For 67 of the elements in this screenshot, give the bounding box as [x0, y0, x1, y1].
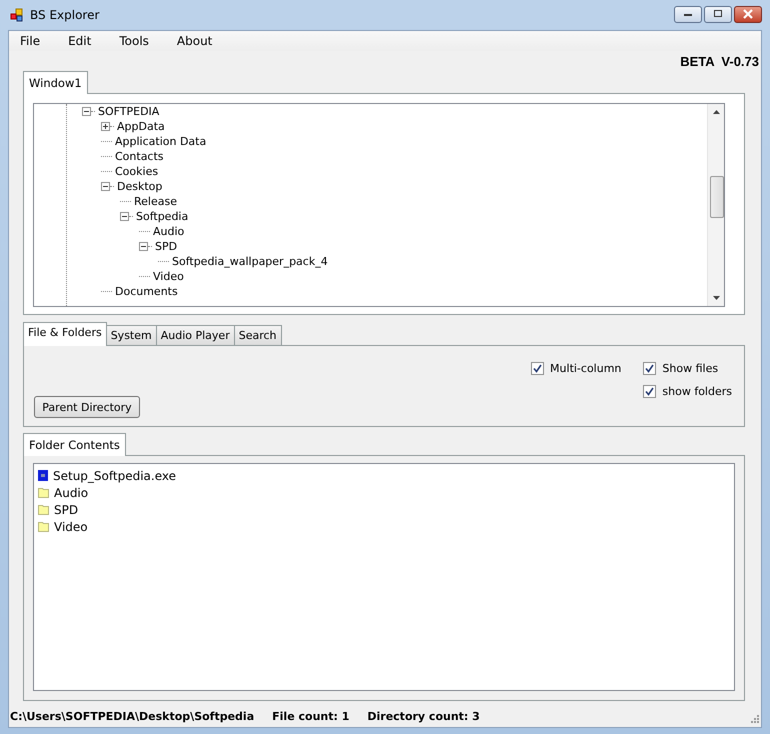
- scrollbar[interactable]: [707, 104, 724, 306]
- checkbox[interactable]: [643, 362, 656, 375]
- tree-item[interactable]: AppData: [116, 120, 166, 133]
- list-item[interactable]: Audio: [54, 486, 88, 500]
- list-item[interactable]: SPD: [54, 502, 78, 516]
- maximize-button[interactable]: [704, 6, 732, 22]
- file-icon: [38, 470, 48, 481]
- tree-item[interactable]: Release: [133, 195, 178, 208]
- close-button[interactable]: [734, 6, 762, 22]
- tab[interactable]: System: [106, 325, 157, 345]
- scroll-up-arrow-icon[interactable]: [712, 110, 720, 114]
- tree-item[interactable]: Softpedia: [135, 210, 190, 223]
- minimize-button[interactable]: [674, 6, 702, 22]
- parent-directory-button[interactable]: Parent Directory: [34, 396, 140, 418]
- folder-icon: [38, 521, 49, 532]
- current-path: C:\Users\SOFTPEDIA\Desktop\Softpedia: [10, 710, 254, 722]
- tree-connector: [101, 156, 112, 157]
- version-label: BETA V-0.73: [680, 54, 759, 68]
- collapse-icon[interactable]: [82, 107, 91, 116]
- resize-grip-icon[interactable]: [749, 715, 759, 725]
- tree-item[interactable]: Application Data: [114, 135, 208, 148]
- menu-item[interactable]: Tools: [108, 34, 159, 48]
- tree-connector: [139, 231, 150, 232]
- menu-item[interactable]: File: [9, 34, 50, 48]
- tree-connector: [101, 171, 112, 172]
- checkbox-label: Multi-column: [550, 362, 622, 375]
- scrollbar-thumb[interactable]: [710, 176, 724, 218]
- tab[interactable]: File & Folders: [23, 322, 107, 346]
- window-title: BS Explorer: [30, 8, 100, 22]
- folder-icon: [38, 487, 49, 498]
- tree-connector: [158, 261, 169, 262]
- checkbox[interactable]: [643, 385, 656, 398]
- tree-item[interactable]: Audio: [152, 225, 186, 238]
- scroll-down-arrow-icon[interactable]: [712, 296, 720, 300]
- tree-item[interactable]: Cookies: [114, 165, 160, 178]
- collapse-icon[interactable]: [139, 242, 148, 251]
- tree-connector: [101, 291, 112, 292]
- expand-icon[interactable]: [101, 122, 110, 131]
- checkbox-label: show folders: [662, 385, 732, 398]
- tree-connector: [120, 201, 131, 202]
- file-count: File count: 1: [272, 710, 350, 722]
- tree-connector: [101, 141, 112, 142]
- collapse-icon[interactable]: [120, 212, 129, 221]
- menu-item[interactable]: Edit: [57, 34, 102, 48]
- menu-item[interactable]: About: [166, 34, 222, 48]
- tree-item[interactable]: SPD: [154, 240, 178, 253]
- list-item[interactable]: Setup_Softpedia.exe: [53, 468, 176, 482]
- tab[interactable]: Folder Contents: [23, 433, 126, 456]
- directory-count: Directory count: 3: [367, 710, 480, 722]
- tree-item[interactable]: Contacts: [114, 150, 165, 163]
- collapse-icon[interactable]: [101, 182, 110, 191]
- checkbox-label: Show files: [662, 362, 718, 375]
- tree-connector: [139, 276, 150, 277]
- tab[interactable]: Search: [234, 325, 282, 345]
- maximize-icon: [713, 10, 723, 18]
- tab[interactable]: Audio Player: [156, 325, 235, 345]
- list-item[interactable]: Video: [54, 520, 88, 534]
- tab[interactable]: Window1: [23, 71, 88, 94]
- close-icon: [742, 9, 754, 19]
- tree-item[interactable]: Documents: [114, 285, 179, 298]
- folder-icon: [38, 504, 49, 515]
- app-icon: [10, 8, 24, 22]
- tree-item[interactable]: Video: [152, 270, 185, 283]
- tree-item[interactable]: SOFTPEDIA: [97, 105, 160, 118]
- checkbox[interactable]: [531, 362, 544, 375]
- tree-item[interactable]: Desktop: [116, 180, 164, 193]
- tree-item[interactable]: Softpedia_wallpaper_pack_4: [171, 255, 329, 268]
